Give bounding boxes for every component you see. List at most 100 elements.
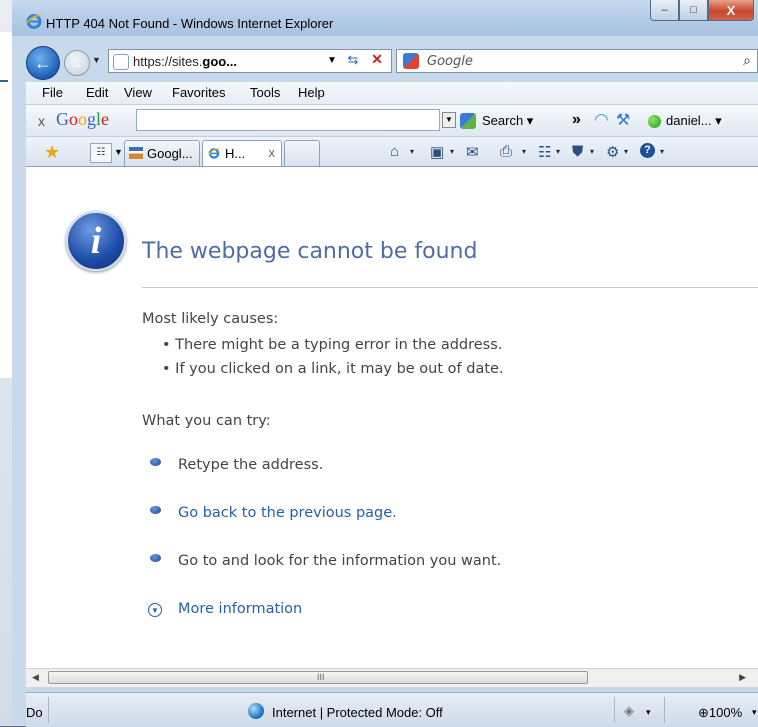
tab-label: Googl... — [147, 146, 193, 161]
feeds-dropdown-icon[interactable]: ▾ — [450, 147, 454, 156]
page-icon[interactable]: ☷ — [538, 143, 551, 161]
scroll-thumb[interactable]: III — [48, 671, 588, 684]
minimize-button[interactable]: – — [650, 0, 679, 21]
help-icon[interactable]: ? — [640, 143, 655, 158]
toolbar-search-dropdown-icon[interactable]: ▼ — [442, 112, 456, 128]
menu-favorites[interactable]: Favorites — [172, 85, 225, 100]
ie-logo-icon — [26, 14, 42, 29]
causes-heading: Most likely causes: — [142, 311, 279, 327]
new-tab-button[interactable] — [284, 140, 320, 166]
help-dropdown-icon[interactable]: ▾ — [660, 147, 664, 156]
menu-view[interactable]: View — [124, 85, 152, 100]
google-search-icon — [460, 113, 476, 129]
search-icon[interactable]: ⌕ — [743, 52, 751, 69]
menu-tools[interactable]: Tools — [250, 85, 280, 100]
address-input[interactable]: https://sites.goo... — [133, 54, 237, 69]
status-separator — [664, 697, 665, 723]
google-logo: Google — [56, 109, 109, 130]
security-zone-text[interactable]: Internet | Protected Mode: Off — [272, 705, 443, 720]
menu-edit[interactable]: Edit — [86, 85, 108, 100]
more-information-link[interactable]: More information — [178, 601, 302, 617]
toolbar-search-button[interactable]: Search ▾ — [482, 113, 533, 129]
zoom-dropdown-icon[interactable]: ▾ — [752, 707, 757, 718]
account-status-icon — [648, 115, 661, 128]
scroll-grip-icon: III — [317, 672, 325, 682]
menu-bar: File Edit View Favorites Tools Help — [26, 82, 758, 104]
ie-window: HTTP 404 Not Found - Windows Internet Ex… — [12, 0, 758, 727]
menu-file[interactable]: File — [42, 85, 63, 100]
scroll-left-icon[interactable]: ◀ — [32, 672, 39, 683]
bullet-icon — [150, 506, 161, 514]
go-to-home-text: Go to and look for the information you w… — [178, 553, 502, 569]
window-title: HTTP 404 Not Found - Windows Internet Ex… — [46, 16, 334, 31]
horizontal-scrollbar[interactable]: ◀ III ▶ — [26, 668, 758, 687]
window-controls: – □ X — [650, 0, 754, 22]
bullet-icon — [150, 458, 161, 466]
scroll-right-icon[interactable]: ▶ — [739, 672, 746, 683]
info-icon: i — [66, 211, 126, 271]
ie-page-icon — [208, 148, 220, 159]
go-back-link[interactable]: Go back to the previous page. — [178, 505, 397, 521]
more-buttons-icon[interactable]: » — [572, 111, 581, 129]
close-toolbar-icon[interactable]: x — [38, 113, 45, 129]
google-search-provider-icon[interactable] — [403, 53, 419, 69]
status-bar: Do Internet | Protected Mode: Off ◈ ▾ ⊕1… — [26, 692, 758, 727]
page-dropdown-icon[interactable]: ▾ — [556, 147, 560, 156]
zoom-level[interactable]: ⊕100% — [698, 705, 742, 721]
refresh-icon[interactable]: ⇆ — [343, 52, 363, 70]
status-text: Do — [26, 705, 43, 720]
menu-help[interactable]: Help — [298, 85, 325, 100]
page-title: The webpage cannot be found — [142, 239, 478, 264]
address-dropdown-icon[interactable]: ▼ — [327, 55, 337, 66]
arrow-right-icon: → — [70, 55, 84, 71]
status-separator — [614, 697, 615, 723]
wrench-icon[interactable]: ⚒ — [616, 110, 630, 130]
google-toolbar-search-input[interactable] — [136, 109, 440, 131]
page-content: i The webpage cannot be found Most likel… — [26, 166, 758, 669]
account-menu[interactable]: daniel... ▾ — [666, 113, 722, 129]
try-heading: What you can try: — [142, 413, 271, 429]
bullet-icon — [150, 554, 161, 562]
close-button[interactable]: X — [708, 0, 754, 21]
safety-icon[interactable]: ⛊ — [572, 143, 583, 160]
feeds-icon[interactable]: ▣ — [430, 143, 444, 161]
home-icon[interactable]: ⌂ — [390, 143, 399, 160]
print-icon[interactable]: ⎙ — [500, 143, 512, 160]
search-input[interactable]: Google — [427, 54, 473, 69]
internet-zone-icon — [248, 703, 264, 719]
google-logo-letter: g — [87, 109, 96, 129]
status-separator — [48, 697, 49, 723]
tab-google[interactable]: Googl... — [124, 140, 200, 166]
mail-icon[interactable]: ✉ — [466, 143, 479, 161]
address-bar[interactable]: https://sites.goo... ▼ ⇆ ✕ — [108, 49, 392, 73]
home-dropdown-icon[interactable]: ▾ — [410, 147, 414, 156]
retype-address-text: Retype the address. — [178, 457, 324, 473]
search-box[interactable]: Google ⌕ — [396, 49, 758, 73]
print-dropdown-icon[interactable]: ▾ — [522, 147, 526, 156]
google-logo-letter: o — [69, 109, 78, 129]
stop-icon[interactable]: ✕ — [367, 51, 387, 71]
tab-close-icon[interactable]: x — [269, 145, 276, 160]
protected-dropdown-icon[interactable]: ▾ — [646, 707, 651, 718]
history-dropdown-icon[interactable]: ▼ — [92, 55, 101, 65]
maximize-button[interactable]: □ — [679, 0, 708, 21]
back-button[interactable]: ← — [26, 46, 60, 80]
tools-dropdown-icon[interactable]: ▾ — [624, 147, 628, 156]
tab-list-dropdown-icon[interactable]: ▼ — [114, 147, 123, 157]
tab-http-404[interactable]: H... x — [202, 140, 282, 166]
quick-tabs-icon[interactable]: ☷ — [90, 143, 112, 163]
safety-dropdown-icon[interactable]: ▾ — [590, 147, 594, 156]
cause-item: • If you clicked on a link, it may be ou… — [162, 361, 504, 377]
expand-circle-icon[interactable]: ▼ — [148, 603, 162, 617]
wifi-icon[interactable]: ◠ — [594, 110, 609, 130]
google-logo-letter: e — [101, 109, 110, 129]
protected-mode-icon[interactable]: ◈ — [624, 703, 634, 719]
title-bar[interactable]: HTTP 404 Not Found - Windows Internet Ex… — [12, 0, 758, 36]
cause-item: • There might be a typing error in the a… — [162, 337, 503, 353]
favorites-star-icon[interactable]: ★ — [44, 142, 60, 163]
forward-button[interactable]: → — [64, 50, 90, 76]
tools-gear-icon[interactable]: ⚙ — [606, 143, 619, 161]
google-favicon-icon — [129, 147, 143, 159]
google-logo-letter: G — [56, 109, 69, 129]
tab-label: H... — [225, 146, 246, 161]
